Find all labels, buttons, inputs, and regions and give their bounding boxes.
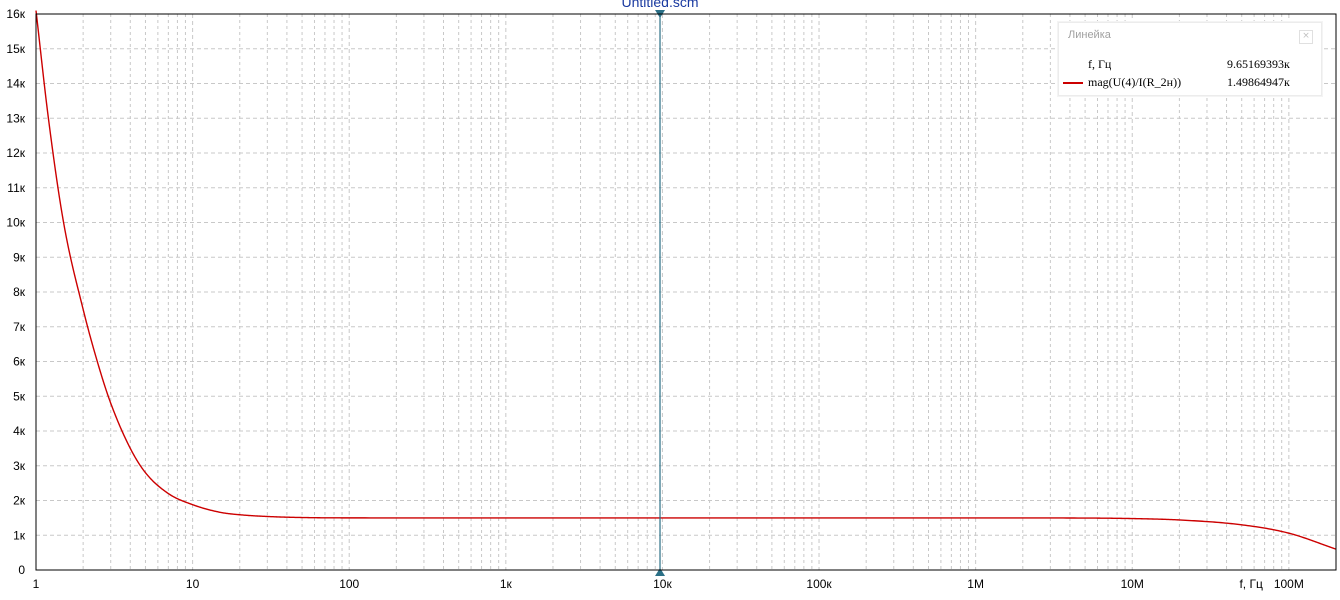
series-swatch xyxy=(1063,82,1083,84)
y-tick-label: 3к xyxy=(13,459,26,473)
x-tick-label: 100к xyxy=(806,577,832,591)
y-tick-label: 9к xyxy=(13,250,26,264)
cursor-x-value: 9.65169393к xyxy=(1227,57,1290,71)
x-tick-label: 10к xyxy=(653,577,672,591)
y-tick-label: 14к xyxy=(6,77,25,91)
y-tick-label: 7к xyxy=(13,320,26,334)
y-tick-label: 12к xyxy=(6,146,25,160)
x-tick-label: 100M xyxy=(1274,577,1304,591)
close-icon[interactable]: × xyxy=(1299,30,1313,44)
x-tick-label: 10M xyxy=(1121,577,1144,591)
cursor-series-row: mag(U(4)/I(R_2н)) 1.49864947к xyxy=(1059,75,1321,91)
cursor-panel[interactable]: Линейка × f, Гц 9.65169393к mag(U(4)/I(R… xyxy=(1058,22,1322,96)
cursor-panel-title: Линейка xyxy=(1068,29,1111,41)
window-title: Untitled.scm xyxy=(622,0,699,10)
y-tick-label: 0 xyxy=(18,563,25,577)
cursor-layer[interactable] xyxy=(655,10,666,576)
x-tick-label: 100 xyxy=(339,577,359,591)
y-tick-label: 5к xyxy=(13,389,26,403)
y-tick-label: 4к xyxy=(13,424,26,438)
y-tick-label: 10к xyxy=(6,216,25,230)
y-tick-label: 15к xyxy=(6,42,25,56)
cursor-x-row: f, Гц 9.65169393к xyxy=(1059,57,1321,73)
x-axis-label: f, Гц xyxy=(1239,577,1263,591)
cursor-x-label: f, Гц xyxy=(1088,57,1112,71)
y-tick-label: 1к xyxy=(13,528,26,542)
x-tick-label: 1M xyxy=(967,577,984,591)
plot-frame xyxy=(35,13,1337,571)
cursor-bottom-marker[interactable] xyxy=(655,568,666,576)
cursor-series-value: 1.49864947к xyxy=(1227,75,1290,89)
y-tick-label: 6к xyxy=(13,355,26,369)
y-tick-label: 8к xyxy=(13,285,26,299)
x-tick-label: 1 xyxy=(33,577,40,591)
y-tick-label: 16к xyxy=(6,7,25,21)
cursor-series-label: mag(U(4)/I(R_2н)) xyxy=(1088,75,1182,89)
x-tick-label: 10 xyxy=(186,577,200,591)
grid-layer xyxy=(36,14,1336,570)
y-tick-label: 11к xyxy=(7,181,25,195)
x-tick-label: 1к xyxy=(500,577,513,591)
y-tick-label: 13к xyxy=(6,111,25,125)
y-tick-label: 2к xyxy=(13,494,26,508)
